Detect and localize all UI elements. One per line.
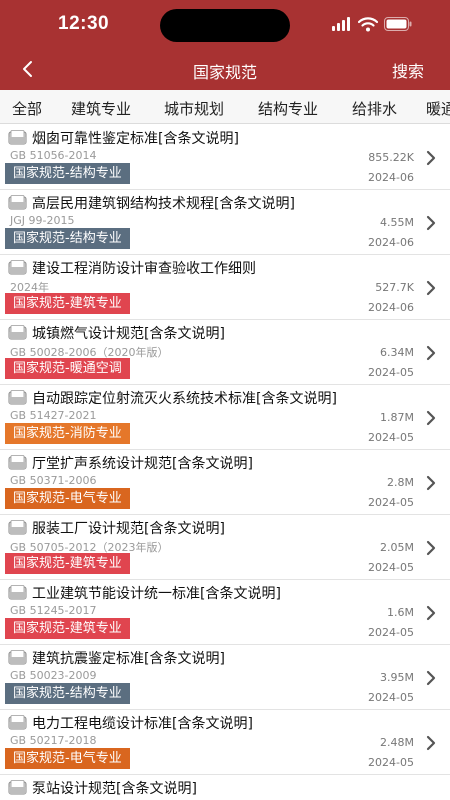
document-icon — [8, 390, 27, 405]
file-size: 4.55M — [380, 216, 414, 229]
category-tag: 国家规范-建筑专业 — [5, 553, 130, 574]
tab-all[interactable]: 全部 — [12, 98, 42, 119]
category-tag: 国家规范-电气专业 — [5, 748, 130, 769]
list-item[interactable]: 泵站设计规范[含条文说明] — [0, 775, 450, 800]
list-item[interactable]: 服装工厂设计规范[含条文说明] GB 50705-2012（2023年版） 国家… — [0, 515, 450, 580]
category-tag: 国家规范-建筑专业 — [5, 618, 130, 639]
wifi-icon — [358, 16, 378, 31]
update-date: 2024-06 — [368, 171, 414, 184]
document-icon — [8, 585, 27, 600]
category-tag: 国家规范-电气专业 — [5, 488, 130, 509]
document-icon — [8, 455, 27, 470]
tab-urban-planning[interactable]: 城市规划 — [164, 98, 224, 119]
list-item[interactable]: 烟囱可靠性鉴定标准[含条文说明] GB 51056-2014 国家规范-结构专业… — [0, 125, 450, 190]
status-time: 12:30 — [58, 13, 110, 34]
item-title: 城镇燃气设计规范[含条文说明] — [32, 326, 225, 342]
item-title: 建筑抗震鉴定标准[含条文说明] — [32, 651, 225, 667]
update-date: 2024-06 — [368, 236, 414, 249]
item-title: 服装工厂设计规范[含条文说明] — [32, 521, 225, 537]
chevron-right-icon — [426, 475, 436, 491]
list-item[interactable]: 高层民用建筑钢结构技术规程[含条文说明] JGJ 99-2015 国家规范-结构… — [0, 190, 450, 255]
update-date: 2024-05 — [368, 756, 414, 769]
item-title: 高层民用建筑钢结构技术规程[含条文说明] — [32, 196, 295, 212]
document-icon — [8, 650, 27, 665]
document-icon — [8, 715, 27, 730]
status-bar: 12:30 — [0, 0, 450, 48]
update-date: 2024-05 — [368, 366, 414, 379]
chevron-right-icon — [426, 215, 436, 231]
item-code: GB 51056-2014 — [10, 149, 97, 162]
item-code: GB 50217-2018 — [10, 734, 97, 747]
list-item[interactable]: 电力工程电缆设计标准[含条文说明] GB 50217-2018 国家规范-电气专… — [0, 710, 450, 775]
list-item[interactable]: 工业建筑节能设计统一标准[含条文说明] GB 51245-2017 国家规范-建… — [0, 580, 450, 645]
file-size: 855.22K — [368, 151, 414, 164]
tab-structure[interactable]: 结构专业 — [258, 98, 318, 119]
camera-notch — [160, 9, 290, 42]
list-item[interactable]: 自动跟踪定位射流灭火系统技术标准[含条文说明] GB 51427-2021 国家… — [0, 385, 450, 450]
file-size: 527.7K — [375, 281, 414, 294]
search-button[interactable]: 搜索 — [392, 58, 424, 82]
item-title: 电力工程电缆设计标准[含条文说明] — [32, 716, 253, 732]
item-title: 自动跟踪定位射流灭火系统技术标准[含条文说明] — [32, 391, 337, 407]
chevron-right-icon — [426, 605, 436, 621]
item-title: 工业建筑节能设计统一标准[含条文说明] — [32, 586, 281, 602]
battery-icon — [384, 17, 412, 31]
chevron-right-icon — [426, 280, 436, 296]
item-title: 烟囱可靠性鉴定标准[含条文说明] — [32, 131, 239, 147]
category-tag: 国家规范-消防专业 — [5, 423, 130, 444]
update-date: 2024-05 — [368, 431, 414, 444]
category-tag: 国家规范-结构专业 — [5, 228, 130, 249]
list-item[interactable]: 城镇燃气设计规范[含条文说明] GB 50028-2006（2020年版） 国家… — [0, 320, 450, 385]
file-size: 6.34M — [380, 346, 414, 359]
chevron-right-icon — [426, 540, 436, 556]
category-tabs: 全部 建筑专业 城市规划 结构专业 给排水 暖通 — [0, 90, 450, 124]
status-icons — [332, 14, 412, 34]
update-date: 2024-05 — [368, 691, 414, 704]
update-date: 2024-05 — [368, 561, 414, 574]
document-icon — [8, 195, 27, 210]
chevron-right-icon — [426, 150, 436, 166]
list-item[interactable]: 厅堂扩声系统设计规范[含条文说明] GB 50371-2006 国家规范-电气专… — [0, 450, 450, 515]
document-icon — [8, 260, 27, 275]
signal-icon — [332, 17, 350, 31]
update-date: 2024-05 — [368, 626, 414, 639]
file-size: 2.05M — [380, 541, 414, 554]
file-size: 2.8M — [387, 476, 414, 489]
file-size: 1.87M — [380, 411, 414, 424]
standards-list: 烟囱可靠性鉴定标准[含条文说明] GB 51056-2014 国家规范-结构专业… — [0, 125, 450, 800]
item-title: 泵站设计规范[含条文说明] — [32, 781, 197, 797]
chevron-right-icon — [426, 670, 436, 686]
list-item[interactable]: 建筑抗震鉴定标准[含条文说明] GB 50023-2009 国家规范-结构专业 … — [0, 645, 450, 710]
chevron-right-icon — [426, 345, 436, 361]
chevron-right-icon — [426, 410, 436, 426]
chevron-right-icon — [426, 735, 436, 751]
tab-hvac[interactable]: 暖通 — [426, 98, 450, 119]
tab-architecture[interactable]: 建筑专业 — [71, 98, 131, 119]
item-code: GB 51427-2021 — [10, 409, 97, 422]
category-tag: 国家规范-结构专业 — [5, 683, 130, 704]
category-tag: 国家规范-建筑专业 — [5, 293, 130, 314]
item-code: GB 51245-2017 — [10, 604, 97, 617]
page-title: 国家规范 — [192, 63, 257, 82]
category-tag: 国家规范-结构专业 — [5, 163, 130, 184]
item-code: JGJ 99-2015 — [10, 214, 75, 227]
item-code: GB 50023-2009 — [10, 669, 97, 682]
document-icon — [8, 130, 27, 145]
list-item[interactable]: 建设工程消防设计审查验收工作细则 2024年 国家规范-建筑专业 527.7K … — [0, 255, 450, 320]
item-code: GB 50371-2006 — [10, 474, 97, 487]
file-size: 1.6M — [387, 606, 414, 619]
file-size: 3.95M — [380, 671, 414, 684]
file-size: 2.48M — [380, 736, 414, 749]
update-date: 2024-06 — [368, 301, 414, 314]
item-title: 厅堂扩声系统设计规范[含条文说明] — [32, 456, 253, 472]
category-tag: 国家规范-暖通空调 — [5, 358, 130, 379]
nav-bar: 国家规范 搜索 — [0, 48, 450, 90]
tab-water-supply[interactable]: 给排水 — [352, 98, 397, 119]
document-icon — [8, 780, 27, 795]
update-date: 2024-05 — [368, 496, 414, 509]
item-title: 建设工程消防设计审查验收工作细则 — [32, 261, 256, 277]
document-icon — [8, 520, 27, 535]
document-icon — [8, 325, 27, 340]
